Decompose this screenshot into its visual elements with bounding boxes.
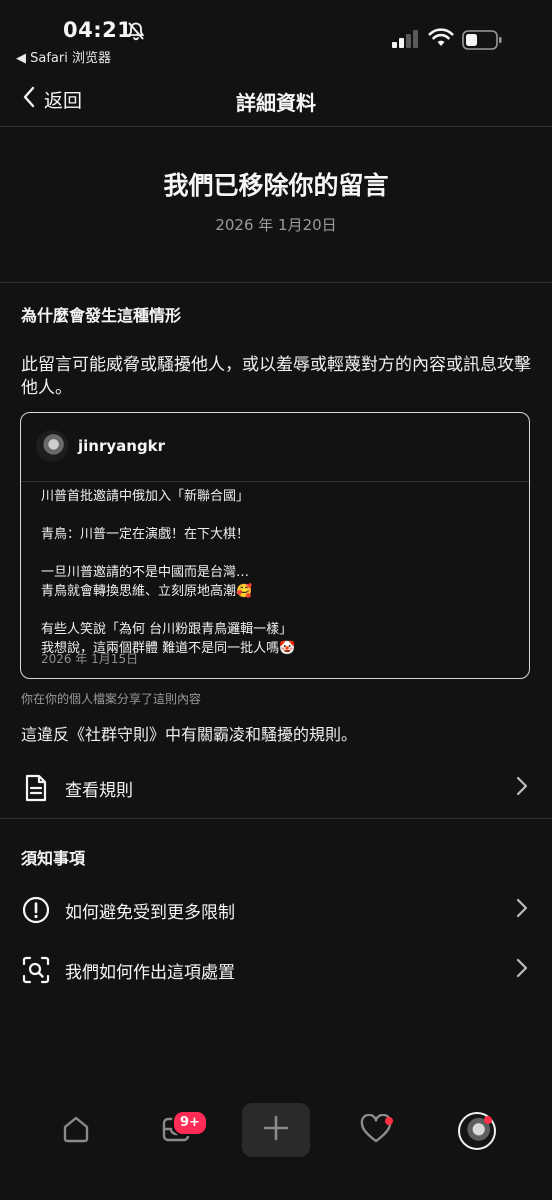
header-divider [0, 126, 552, 127]
inbox-badge: 9+ [172, 1110, 208, 1136]
avoid-restrictions-label: 如何避免受到更多限制 [65, 902, 235, 923]
wifi-icon [428, 28, 454, 52]
card-username: jinryangkr [78, 437, 166, 455]
tab-profile[interactable] [449, 1104, 505, 1158]
battery-icon [462, 30, 502, 54]
document-icon [21, 773, 51, 803]
comment-line: 青鳥：川普一定在演戲！在下大棋！ [41, 527, 250, 542]
scan-search-icon [21, 955, 51, 985]
avoid-restrictions-row[interactable]: 如何避免受到更多限制 [0, 886, 552, 934]
bell-slash-icon [126, 21, 146, 45]
reason-text: 此留言可能威脅或騷擾他人，或以羞辱或輕蔑對方的內容或訊息攻擊他人。 [21, 355, 531, 398]
comment-line: 川普首批邀請中俄加入「新聯合國」 [41, 489, 250, 504]
why-heading: 為什麼會發生這種情形 [21, 306, 182, 325]
section-divider [0, 282, 552, 283]
comment-date: 2026 年 1月15日 [41, 652, 139, 666]
view-rules-row[interactable]: 查看規則 [0, 764, 552, 812]
home-icon [61, 1114, 91, 1148]
know-heading: 須知事項 [21, 849, 86, 868]
tab-activity[interactable] [348, 1104, 404, 1158]
chevron-right-icon [516, 776, 528, 800]
profile-dot [484, 1116, 492, 1124]
comment-line: 青鳥就會轉換思維、立刻原地高潮🥰 [41, 584, 253, 599]
create-button[interactable] [242, 1103, 310, 1157]
view-rules-label: 查看規則 [65, 780, 133, 801]
section-divider [0, 818, 552, 819]
removal-date: 2026 年 1月20日 [215, 216, 337, 234]
cellular-signal-icon [392, 30, 420, 52]
exclamation-circle-icon [21, 895, 51, 925]
chevron-right-icon [516, 958, 528, 982]
removed-comment-card: jinryangkr 川普首批邀請中俄加入「新聯合國」 青鳥：川普一定在演戲！在… [20, 412, 530, 679]
plus-icon [262, 1114, 290, 1146]
card-header: jinryangkr [21, 413, 529, 479]
chevron-right-icon [516, 898, 528, 922]
status-time: 04:21 [63, 18, 133, 42]
comment-body: 川普首批邀請中俄加入「新聯合國」 青鳥：川普一定在演戲！在下大棋！ 一旦川普邀請… [41, 487, 511, 658]
comment-line: 一旦川普邀請的不是中國而是台灣… [41, 565, 250, 580]
violation-text: 這違反《社群守則》中有關霸凌和騷擾的規則。 [21, 725, 358, 744]
tab-home[interactable] [48, 1104, 104, 1158]
how-we-decided-row[interactable]: 我們如何作出這項處置 [0, 946, 552, 994]
comment-line [41, 544, 511, 563]
shared-note: 你在你的個人檔案分享了這則內容 [21, 692, 202, 706]
removal-headline: 我們已移除你的留言 [163, 171, 389, 200]
activity-dot [385, 1117, 393, 1125]
avatar [36, 430, 68, 462]
comment-line [41, 601, 511, 620]
how-we-decided-label: 我們如何作出這項處置 [65, 962, 235, 983]
page-title: 詳細資料 [236, 91, 316, 115]
back-to-safari[interactable]: ◀ Safari 浏览器 [16, 47, 111, 66]
comment-line [41, 506, 511, 525]
card-divider [21, 481, 529, 482]
comment-line: 有些人笑說「為何 台川粉跟青鳥邏輯一樣」 [41, 622, 293, 637]
